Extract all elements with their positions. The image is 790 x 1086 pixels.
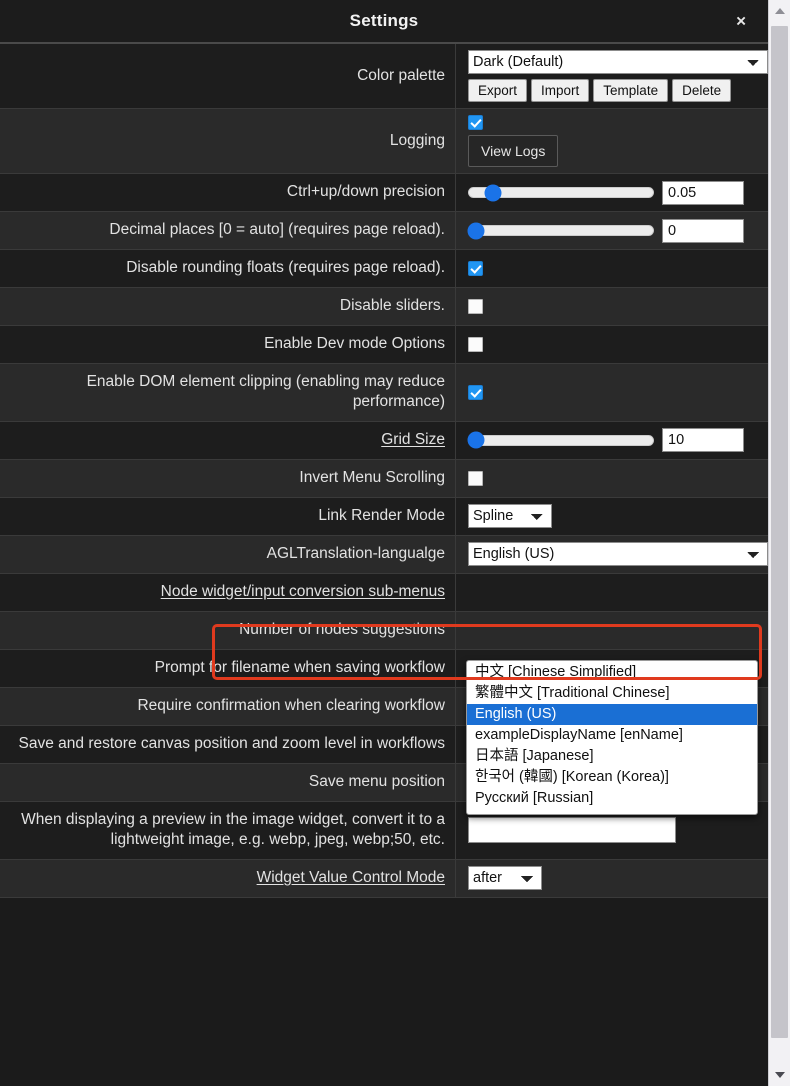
page-title: Settings [349, 11, 419, 30]
slider-value-input[interactable] [662, 428, 744, 453]
export-button[interactable]: Export [468, 79, 528, 102]
close-icon[interactable]: × [730, 11, 752, 32]
setting-control [456, 212, 768, 249]
setting-label: Require confirmation when clearing workf… [0, 687, 456, 725]
setting-control [456, 288, 768, 325]
checkbox-unchecked[interactable] [468, 299, 483, 314]
setting-label: Logging [0, 109, 456, 173]
settings-row: Logging View Logs [0, 109, 768, 174]
view-logs-button[interactable]: View Logs [468, 135, 559, 167]
scrollbar-thumb[interactable] [771, 26, 788, 1038]
settings-row: Decimal places [0 = auto] (requires page… [0, 212, 768, 250]
setting-select[interactable]: after [468, 866, 542, 891]
settings-row: Disable sliders. [0, 288, 768, 326]
slider-value-input[interactable] [662, 218, 744, 243]
setting-label: Enable Dev mode Options [0, 326, 456, 363]
settings-row: Widget Value Control Mode after [0, 859, 768, 898]
setting-label: Color palette [0, 44, 456, 108]
setting-control [456, 174, 768, 211]
setting-slider[interactable] [467, 222, 654, 239]
setting-select[interactable]: English (US) [468, 542, 768, 567]
setting-control: English (US) [456, 536, 768, 573]
settings-row: Enable Dev mode Options [0, 326, 768, 364]
delete-button[interactable]: Delete [672, 79, 732, 102]
scrollbar-track[interactable] [769, 22, 790, 1064]
setting-label: Prompt for filename when saving workflow [0, 649, 456, 687]
settings-row: Node widget/input conversion sub-menus [0, 573, 768, 612]
setting-label: Decimal places [0 = auto] (requires page… [0, 212, 456, 249]
scroll-down-arrow[interactable] [769, 1064, 790, 1086]
setting-label: Enable DOM element clipping (enabling ma… [0, 364, 456, 421]
setting-control: Spline [456, 498, 768, 535]
slider-value-input[interactable] [662, 180, 744, 205]
palette-button-row: Export Import Template Delete [468, 79, 732, 102]
vertical-scrollbar[interactable] [768, 0, 790, 1086]
settings-dialog: Settings × Color palette Dark (Default) Ex… [0, 0, 790, 1086]
template-button[interactable]: Template [593, 79, 669, 102]
setting-control [456, 364, 768, 421]
settings-list: Color palette Dark (Default) Export Import T… [0, 44, 768, 1086]
slider-thumb[interactable] [484, 184, 502, 201]
settings-row: Number of nodes suggestions [0, 611, 768, 650]
language-option[interactable]: exampleDisplayName [enName] [467, 725, 757, 746]
setting-select[interactable]: Spline [468, 504, 552, 529]
settings-row: AGLTranslation-langualge English (US) [0, 535, 768, 574]
slider-group [467, 218, 744, 243]
language-option[interactable]: English (US) [467, 704, 757, 725]
import-button[interactable]: Import [531, 79, 590, 102]
language-option[interactable]: 中文 [Chinese Simplified] [467, 662, 757, 683]
checkbox-checked[interactable] [468, 384, 483, 400]
language-option[interactable]: Русский [Russian] [467, 788, 757, 809]
setting-label: Number of nodes suggestions [0, 611, 456, 649]
setting-label: When displaying a preview in the image w… [0, 801, 456, 859]
setting-slider[interactable] [468, 184, 654, 201]
setting-slider[interactable] [467, 431, 654, 449]
language-option[interactable]: 한국어 (韓國) [Korean (Korea)] [467, 767, 757, 788]
checkbox-checked[interactable] [468, 261, 483, 276]
slider-thumb[interactable] [467, 431, 485, 449]
setting-control [456, 574, 768, 611]
settings-row: Link Render Mode Spline [0, 497, 768, 536]
checkbox-unchecked[interactable] [468, 470, 483, 486]
settings-row: Grid Size [0, 421, 768, 460]
settings-row: Ctrl+up/down precision [0, 174, 768, 212]
settings-row: Invert Menu Scrolling [0, 459, 768, 498]
lightweight-image-input[interactable] [468, 817, 676, 844]
settings-row: Color palette Dark (Default) Export Import T… [0, 44, 768, 109]
setting-select[interactable]: Dark (Default) [468, 50, 768, 74]
slider-group [468, 180, 744, 205]
setting-label: AGLTranslation-langualge [0, 535, 456, 573]
setting-label: Node widget/input conversion sub-menus [0, 573, 456, 611]
setting-label: Save menu position [0, 763, 456, 801]
setting-control: after [456, 860, 768, 897]
language-dropdown-list[interactable]: 中文 [Chinese Simplified] 繁體中文 [Traditional… [466, 660, 758, 815]
dialog-titlebar: Settings × [0, 0, 790, 44]
checkbox-checked[interactable] [468, 115, 483, 130]
setting-control: View Logs [456, 109, 768, 173]
setting-control [456, 460, 768, 497]
setting-label: Save and restore canvas position and zoo… [0, 725, 456, 763]
slider-thumb[interactable] [467, 222, 485, 239]
settings-row: Enable DOM element clipping (enabling ma… [0, 364, 768, 422]
settings-row: Disable rounding floats (requires page r… [0, 250, 768, 288]
checkbox-unchecked[interactable] [468, 337, 483, 352]
slider-group [467, 428, 744, 453]
language-option[interactable]: 日本語 [Japanese] [467, 746, 757, 767]
setting-control [456, 250, 768, 287]
language-option[interactable]: 繁體中文 [Traditional Chinese] [467, 683, 757, 704]
setting-label: Grid Size [0, 421, 456, 459]
setting-control [456, 612, 768, 649]
setting-label: Invert Menu Scrolling [0, 459, 456, 497]
setting-label: Widget Value Control Mode [0, 859, 456, 897]
scroll-up-arrow[interactable] [769, 0, 790, 22]
setting-control [456, 326, 768, 363]
setting-control: Dark (Default) Export Import Template Delete [456, 44, 768, 108]
setting-label: Disable rounding floats (requires page r… [0, 250, 456, 287]
setting-label: Disable sliders. [0, 288, 456, 325]
setting-label: Link Render Mode [0, 497, 456, 535]
setting-label: Ctrl+up/down precision [0, 174, 456, 211]
setting-control [456, 422, 768, 459]
